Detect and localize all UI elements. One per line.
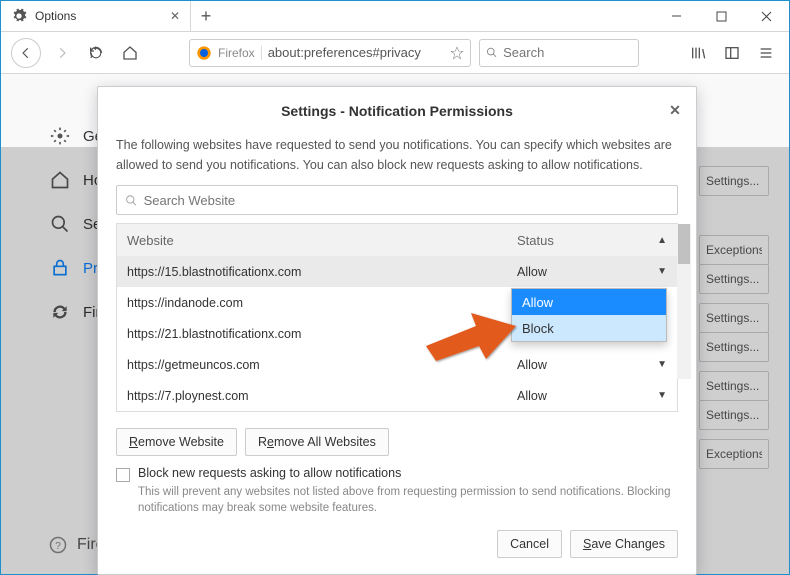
window-controls bbox=[654, 1, 789, 31]
search-icon bbox=[486, 46, 497, 59]
search-icon bbox=[125, 194, 138, 207]
cell-website: https://getmeuncos.com bbox=[117, 358, 507, 372]
dropdown-option-allow[interactable]: Allow bbox=[512, 289, 666, 315]
new-tab-button[interactable]: + bbox=[191, 1, 221, 31]
titlebar: Options ✕ + bbox=[1, 1, 789, 32]
cell-website: https://7.ploynest.com bbox=[117, 389, 507, 403]
dialog-title: Settings - Notification Permissions bbox=[281, 103, 513, 119]
block-new-requests-hint: This will prevent any websites not liste… bbox=[98, 482, 696, 516]
block-new-requests-checkbox[interactable] bbox=[116, 468, 130, 482]
reload-button[interactable] bbox=[83, 40, 109, 66]
tab-title: Options bbox=[35, 9, 76, 23]
address-bar[interactable]: Firefox bbox=[189, 39, 471, 67]
firefox-icon bbox=[196, 45, 212, 61]
notification-permissions-dialog: Settings - Notification Permissions ✕ Th… bbox=[97, 86, 697, 575]
cell-website: https://15.blastnotificationx.com bbox=[117, 265, 507, 279]
remove-website-button[interactable]: Remove Website bbox=[116, 428, 237, 456]
search-input[interactable] bbox=[503, 45, 632, 60]
status-dropdown-menu: Allow Block bbox=[511, 288, 667, 342]
search-website-field[interactable] bbox=[116, 185, 678, 215]
cell-website: https://21.blastnotificationx.com bbox=[117, 327, 507, 341]
sort-caret-icon: ▲ bbox=[657, 235, 667, 246]
status-dropdown[interactable]: Allow▼ bbox=[507, 358, 677, 372]
save-changes-button[interactable]: Save Changes bbox=[570, 530, 678, 558]
remove-all-websites-button[interactable]: Remove All Websites bbox=[245, 428, 389, 456]
cell-website: https://indanode.com bbox=[117, 296, 507, 310]
chevron-down-icon: ▼ bbox=[657, 390, 667, 401]
cancel-button[interactable]: Cancel bbox=[497, 530, 562, 558]
chevron-down-icon: ▼ bbox=[657, 266, 667, 277]
status-dropdown[interactable]: Allow▼ bbox=[507, 265, 677, 279]
status-dropdown[interactable]: Allow▼ bbox=[507, 389, 677, 403]
toolbar: Firefox bbox=[1, 32, 789, 74]
chevron-down-icon: ▼ bbox=[657, 359, 667, 370]
bookmark-star-icon[interactable] bbox=[450, 46, 464, 60]
permissions-table: Website Status ▲ https://15.blastnotific… bbox=[116, 223, 678, 412]
table-scrollbar[interactable] bbox=[677, 224, 691, 379]
dropdown-option-block[interactable]: Block bbox=[512, 315, 666, 341]
minimize-button[interactable] bbox=[654, 1, 699, 31]
firefox-label: Firefox bbox=[218, 46, 262, 60]
menu-button[interactable] bbox=[753, 40, 779, 66]
close-tab-icon[interactable]: ✕ bbox=[170, 9, 180, 23]
url-input[interactable] bbox=[268, 45, 444, 60]
browser-window: Options ✕ + Firefox bbox=[0, 0, 790, 575]
sidebar-toggle-icon[interactable] bbox=[719, 40, 745, 66]
column-status[interactable]: Status ▲ bbox=[507, 233, 677, 248]
dialog-description: The following websites have requested to… bbox=[116, 135, 678, 175]
browser-tab[interactable]: Options ✕ bbox=[1, 1, 191, 31]
block-new-requests-label: Block new requests asking to allow notif… bbox=[138, 466, 401, 480]
maximize-button[interactable] bbox=[699, 1, 744, 31]
search-bar[interactable] bbox=[479, 39, 639, 67]
dialog-header: Settings - Notification Permissions ✕ bbox=[98, 87, 696, 135]
gear-icon bbox=[49, 125, 71, 147]
library-icon[interactable] bbox=[685, 40, 711, 66]
table-row[interactable]: https://7.ploynest.com Allow▼ bbox=[117, 380, 677, 411]
close-window-button[interactable] bbox=[744, 1, 789, 31]
forward-button[interactable] bbox=[49, 40, 75, 66]
back-button[interactable] bbox=[11, 38, 41, 68]
table-header: Website Status ▲ bbox=[117, 224, 677, 256]
column-website[interactable]: Website bbox=[117, 233, 507, 248]
table-body: https://15.blastnotificationx.com Allow▼… bbox=[117, 256, 677, 411]
home-button[interactable] bbox=[117, 40, 143, 66]
scrollbar-thumb[interactable] bbox=[678, 224, 690, 264]
search-website-input[interactable] bbox=[144, 193, 669, 208]
dialog-close-button[interactable]: ✕ bbox=[664, 99, 686, 121]
table-row[interactable]: https://getmeuncos.com Allow▼ bbox=[117, 349, 677, 380]
gear-icon bbox=[11, 8, 27, 24]
table-row[interactable]: https://15.blastnotificationx.com Allow▼ bbox=[117, 256, 677, 287]
